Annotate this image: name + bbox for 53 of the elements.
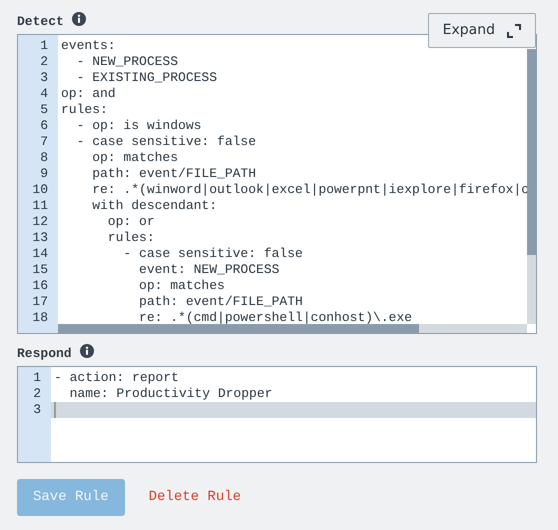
line-number: 9 <box>39 166 49 182</box>
code-line: - case sensitive: false <box>122 246 303 261</box>
line-number: 16 <box>31 278 49 294</box>
code-line: event: NEW_PROCESS <box>138 262 280 277</box>
code-line: op: and <box>61 86 116 101</box>
code-line: - case sensitive: false <box>76 134 256 149</box>
line-number: 10 <box>31 182 49 198</box>
code-line: path: event/FILE_PATH <box>138 294 303 309</box>
line-number: 6 <box>39 118 49 134</box>
horizontal-scrollbar[interactable] <box>58 324 527 333</box>
delete-link[interactable]: Delete Rule <box>132 479 258 516</box>
expand-icon <box>507 24 521 38</box>
expand-button[interactable]: Expand <box>428 13 536 48</box>
scrollbar-thumb[interactable] <box>58 324 420 333</box>
code-line: - op: is windows <box>76 118 202 133</box>
code-line: op: or <box>106 214 155 229</box>
code-line: name: Productivity Dropper <box>68 386 272 401</box>
section-label: Detect <box>17 14 64 30</box>
code-line: op: matches <box>91 150 178 165</box>
info-icon[interactable] <box>80 344 94 358</box>
line-number: 4 <box>39 86 49 102</box>
line-number: 1 <box>32 370 42 386</box>
line-number: 15 <box>31 262 49 278</box>
code-line: rules: <box>106 230 155 245</box>
line-number: 7 <box>39 134 49 150</box>
code-line: - NEW_PROCESS <box>76 54 178 69</box>
line-number: 13 <box>31 230 49 246</box>
info-icon[interactable] <box>72 12 86 26</box>
line-number: 1 <box>39 38 49 54</box>
line-number: 14 <box>31 246 49 262</box>
line-number: 5 <box>39 102 49 118</box>
code-line: path: event/FILE_PATH <box>91 166 256 181</box>
code-editor[interactable]: 1 2 3 - action: report name: Productivity Dropper <box>17 366 537 463</box>
line-number: 2 <box>39 54 49 70</box>
line-number: 8 <box>39 150 49 166</box>
line-number: 3 <box>39 70 49 86</box>
line-number: 11 <box>31 198 49 214</box>
code-line: op: matches <box>138 278 225 293</box>
line-number: 18 <box>31 310 49 326</box>
vertical-scrollbar[interactable] <box>527 49 536 324</box>
code-line: - EXISTING_PROCESS <box>76 70 218 85</box>
code-line: rules: <box>61 102 108 117</box>
line-number: 3 <box>32 402 42 418</box>
line-number: 2 <box>32 386 42 402</box>
code-line: - action: report <box>54 370 179 385</box>
code-line: re: .*(cmd|powershell|conhost)\.exe <box>138 310 412 325</box>
code-line: events: <box>61 38 116 53</box>
code-line: re: .*(winword|outlook|excel|powerpnt|iexplore|firefox|c <box>91 182 530 197</box>
line-number: 17 <box>31 294 49 310</box>
code-line: with descendant: <box>91 198 218 213</box>
scrollbar-thumb[interactable] <box>527 49 536 256</box>
line-number: 12 <box>31 214 49 230</box>
section-label: Respond <box>17 346 72 362</box>
